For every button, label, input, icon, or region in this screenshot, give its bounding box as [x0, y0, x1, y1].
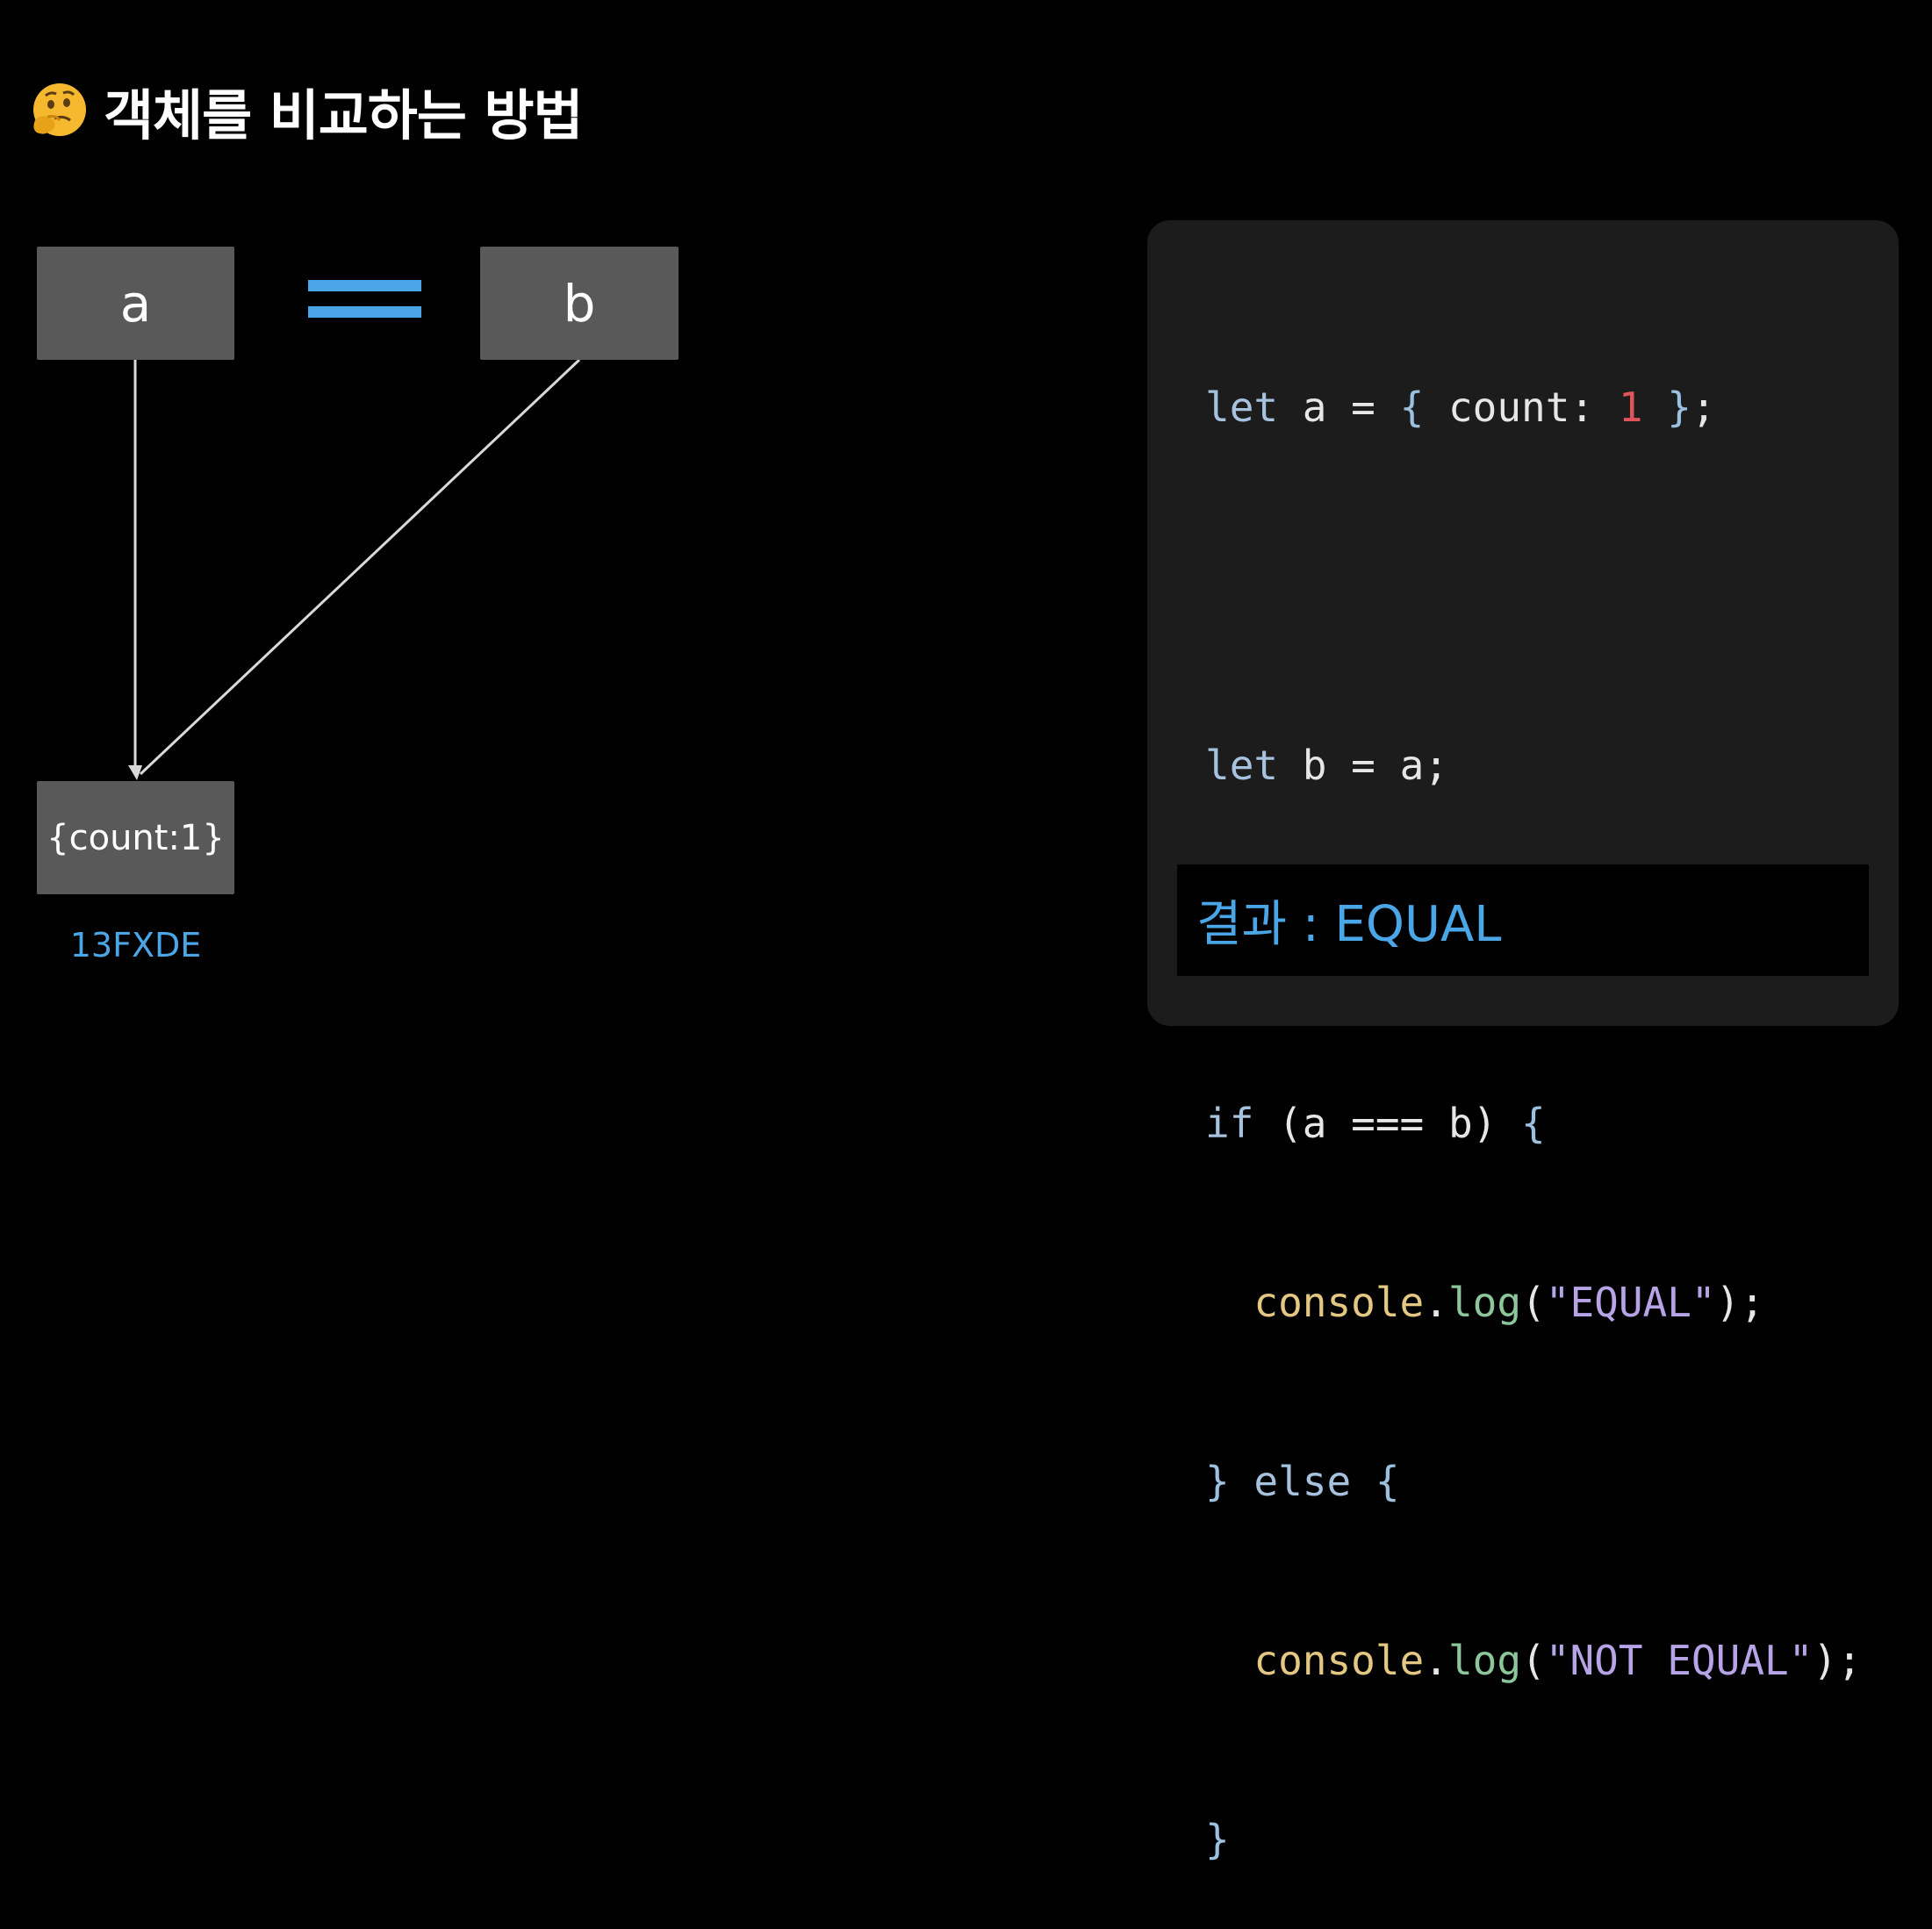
code-line-3: let b = a;: [1205, 742, 1448, 789]
arrowhead: [128, 765, 142, 780]
variable-a-label: a: [119, 273, 152, 333]
variable-b-label: b: [563, 273, 596, 333]
object-label: {count:1}: [47, 817, 225, 858]
code-line-6: console.log("EQUAL");: [1253, 1279, 1765, 1326]
code-line-8: console.log("NOT EQUAL");: [1253, 1637, 1862, 1684]
code-line-5: if (a === b) {: [1205, 1100, 1546, 1147]
code-line-1: let a = { count: 1 };: [1205, 384, 1716, 431]
code-block: let a = { count: 1 }; let b = a; if (a =…: [1205, 258, 1862, 1929]
result-text: 결과 : EQUAL: [1196, 896, 1502, 953]
memory-address: 13FXDE: [69, 926, 202, 964]
arrow-b-to-object: [139, 358, 581, 776]
page-title: 객체를 비교하는 방법: [104, 83, 584, 147]
variable-a-box: a: [37, 247, 234, 360]
thinking-face-icon: [33, 83, 86, 136]
object-box: {count:1}: [37, 781, 234, 894]
variable-b-box: b: [480, 247, 679, 360]
slide-title: 객체를 비교하는 방법: [28, 75, 584, 147]
result-box: 결과 : EQUAL: [1177, 864, 1869, 976]
code-line-9: }: [1205, 1816, 1230, 1863]
double-equals-icon: [308, 280, 421, 319]
code-line-7: } else {: [1205, 1458, 1400, 1505]
